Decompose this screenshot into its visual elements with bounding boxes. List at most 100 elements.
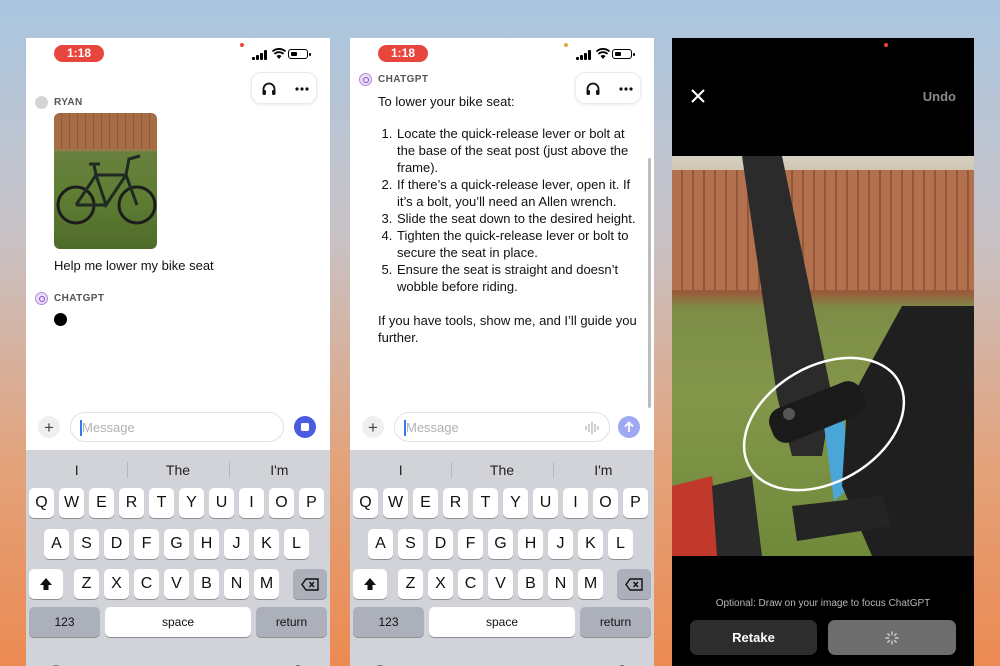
- key-b[interactable]: B: [194, 569, 219, 599]
- suggestion-1[interactable]: I: [350, 459, 451, 481]
- voice-wave-icon[interactable]: [585, 421, 599, 435]
- key-p[interactable]: P: [299, 488, 324, 518]
- shift-key[interactable]: [353, 569, 387, 599]
- key-k[interactable]: K: [578, 529, 603, 559]
- key-w[interactable]: W: [383, 488, 408, 518]
- draw-hint: Optional: Draw on your image to focus Ch…: [715, 598, 931, 609]
- key-y[interactable]: Y: [503, 488, 528, 518]
- key-t[interactable]: T: [473, 488, 498, 518]
- return-key[interactable]: return: [580, 607, 651, 637]
- add-attachment-button[interactable]: +: [362, 416, 384, 438]
- key-i[interactable]: I: [563, 488, 588, 518]
- key-c[interactable]: C: [134, 569, 159, 599]
- key-i[interactable]: I: [239, 488, 264, 518]
- key-h[interactable]: H: [518, 529, 543, 559]
- submit-button[interactable]: [828, 620, 956, 655]
- shift-icon: [364, 578, 376, 590]
- key-c[interactable]: C: [458, 569, 483, 599]
- key-n[interactable]: N: [548, 569, 573, 599]
- space-key[interactable]: space: [429, 607, 575, 637]
- message-input[interactable]: Message: [394, 412, 610, 442]
- suggestion-1[interactable]: I: [26, 459, 127, 481]
- close-icon[interactable]: [690, 88, 706, 104]
- return-key[interactable]: return: [256, 607, 327, 637]
- mic-indicator: [564, 43, 568, 47]
- numbers-key[interactable]: 123: [29, 607, 100, 637]
- shift-key[interactable]: [29, 569, 63, 599]
- key-m[interactable]: M: [254, 569, 279, 599]
- key-s[interactable]: S: [74, 529, 99, 559]
- key-b[interactable]: B: [518, 569, 543, 599]
- user-message: Help me lower my bike seat: [54, 258, 214, 273]
- numbers-key[interactable]: 123: [353, 607, 424, 637]
- key-f[interactable]: F: [458, 529, 483, 559]
- key-row-2: A S D F G H J K L: [350, 529, 654, 559]
- key-o[interactable]: O: [593, 488, 618, 518]
- message-placeholder: Message: [406, 420, 459, 435]
- image-edit-screen: Undo Optional: Draw on your image to foc…: [672, 38, 974, 666]
- stop-button[interactable]: [294, 416, 316, 438]
- bike-photo[interactable]: [54, 113, 157, 249]
- key-m[interactable]: M: [578, 569, 603, 599]
- key-s[interactable]: S: [398, 529, 423, 559]
- key-o[interactable]: O: [269, 488, 294, 518]
- seat-post-photo[interactable]: [672, 156, 974, 556]
- key-t[interactable]: T: [149, 488, 174, 518]
- key-k[interactable]: K: [254, 529, 279, 559]
- key-n[interactable]: N: [224, 569, 249, 599]
- key-u[interactable]: U: [533, 488, 558, 518]
- retake-button[interactable]: Retake: [690, 620, 817, 655]
- key-x[interactable]: X: [104, 569, 129, 599]
- scrollbar[interactable]: [648, 158, 651, 408]
- key-z[interactable]: Z: [74, 569, 99, 599]
- key-j[interactable]: J: [224, 529, 249, 559]
- chat-screen-2: 1:18 CHATGPT To lower your bike seat: 1.…: [350, 38, 654, 666]
- key-r[interactable]: R: [119, 488, 144, 518]
- delete-key[interactable]: [293, 569, 327, 599]
- key-p[interactable]: P: [623, 488, 648, 518]
- suggestion-3[interactable]: I'm: [552, 459, 654, 481]
- delete-key[interactable]: [617, 569, 651, 599]
- key-d[interactable]: D: [428, 529, 453, 559]
- more-options-button[interactable]: [285, 73, 318, 105]
- key-q[interactable]: Q: [29, 488, 54, 518]
- key-x[interactable]: X: [428, 569, 453, 599]
- add-attachment-button[interactable]: +: [38, 416, 60, 438]
- headphones-button[interactable]: [252, 73, 285, 105]
- reply-intro: To lower your bike seat:: [378, 94, 515, 109]
- bike-image: [56, 154, 157, 225]
- suggestion-2[interactable]: The: [127, 459, 228, 481]
- suggestion-3[interactable]: I'm: [228, 459, 330, 481]
- key-h[interactable]: H: [194, 529, 219, 559]
- key-l[interactable]: L: [608, 529, 633, 559]
- key-e[interactable]: E: [89, 488, 114, 518]
- key-r[interactable]: R: [443, 488, 468, 518]
- key-g[interactable]: G: [164, 529, 189, 559]
- key-l[interactable]: L: [284, 529, 309, 559]
- key-u[interactable]: U: [209, 488, 234, 518]
- key-row-1: Q W E R T Y U I O P: [350, 488, 654, 518]
- key-a[interactable]: A: [44, 529, 69, 559]
- recording-indicator: [240, 43, 244, 47]
- key-q[interactable]: Q: [353, 488, 378, 518]
- key-v[interactable]: V: [488, 569, 513, 599]
- key-row-1: Q W E R T Y U I O P: [26, 488, 330, 518]
- message-input[interactable]: Message: [70, 412, 284, 442]
- key-j[interactable]: J: [548, 529, 573, 559]
- key-g[interactable]: G: [488, 529, 513, 559]
- key-y[interactable]: Y: [179, 488, 204, 518]
- undo-button[interactable]: Undo: [923, 89, 956, 104]
- suggestion-2[interactable]: The: [451, 459, 552, 481]
- space-key[interactable]: space: [105, 607, 251, 637]
- key-v[interactable]: V: [164, 569, 189, 599]
- send-button[interactable]: [618, 416, 640, 438]
- key-a[interactable]: A: [368, 529, 393, 559]
- more-icon: [294, 87, 309, 91]
- key-z[interactable]: Z: [398, 569, 423, 599]
- key-e[interactable]: E: [413, 488, 438, 518]
- step-item: Ensure the seat is straight and doesn’t …: [396, 261, 640, 295]
- key-f[interactable]: F: [134, 529, 159, 559]
- key-d[interactable]: D: [104, 529, 129, 559]
- key-w[interactable]: W: [59, 488, 84, 518]
- wifi-icon: [596, 48, 610, 59]
